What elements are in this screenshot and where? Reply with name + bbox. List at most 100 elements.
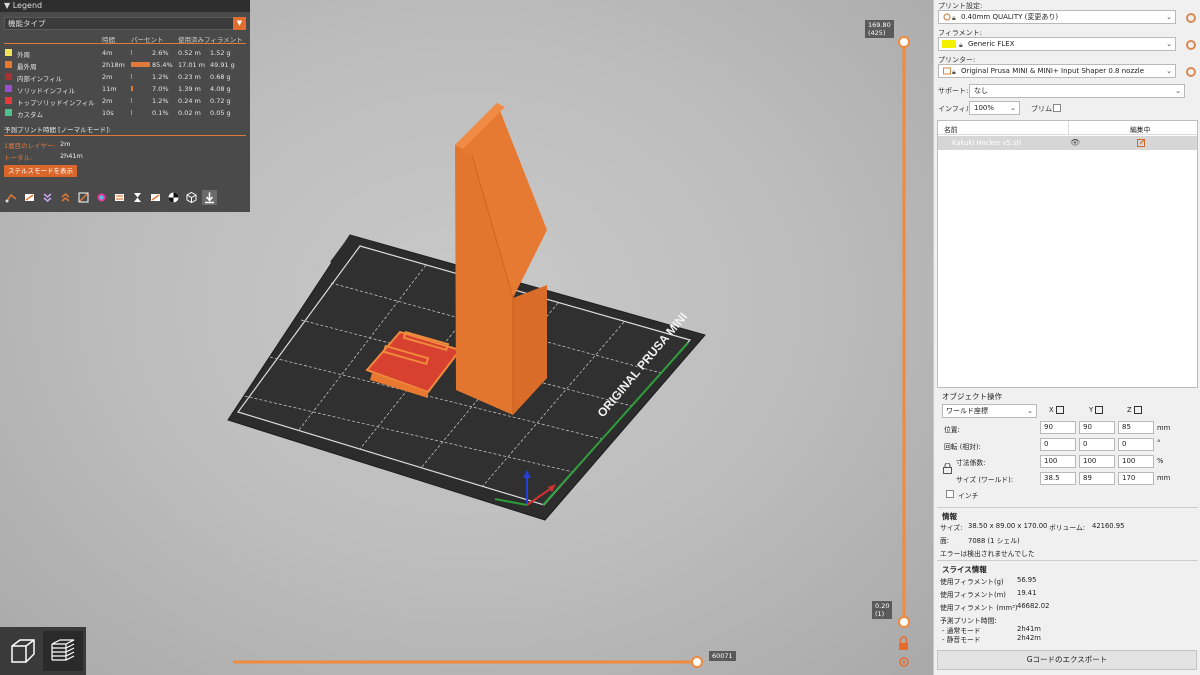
vertical-layer-slider[interactable] bbox=[898, 36, 910, 667]
legend-row: カスタム 10s 0.1% 0.02 m 0.05 g bbox=[0, 107, 250, 119]
horizontal-slider-label: 60071 bbox=[709, 651, 736, 661]
divider bbox=[937, 507, 1198, 508]
chevron-down-icon: ⌄ bbox=[1010, 104, 1016, 112]
slider-top-thumb[interactable] bbox=[898, 36, 910, 48]
eye-icon[interactable]: 👁︎ bbox=[1070, 138, 1080, 147]
size-unit: mm bbox=[1157, 474, 1171, 482]
slice-row-label: 使用フィラメント(m) bbox=[940, 591, 1006, 599]
export-gcode-button[interactable]: Gコードのエクスポート bbox=[937, 650, 1197, 670]
legend-header[interactable]: ▼ Legend bbox=[0, 0, 250, 12]
percent-bar bbox=[131, 98, 132, 103]
printer-icon bbox=[943, 67, 951, 75]
view-mode-buttons bbox=[0, 627, 86, 675]
horizontal-move-slider[interactable] bbox=[233, 656, 703, 668]
size-x-input[interactable]: 38.5 bbox=[1040, 472, 1076, 485]
slider-top-label: 169.80 (425) bbox=[865, 20, 894, 38]
rotation-label: 回転 (相対): bbox=[944, 443, 981, 451]
lock-icon[interactable] bbox=[943, 463, 952, 474]
chevron-down-icon: ⌄ bbox=[1175, 87, 1181, 95]
settings-cog-icon[interactable] bbox=[899, 657, 909, 667]
position-y-input[interactable]: 90 bbox=[1079, 421, 1115, 434]
legend-separator bbox=[4, 43, 246, 44]
scale-label: 寸法係数: bbox=[956, 459, 986, 467]
info-volume-label: ボリューム: bbox=[1049, 524, 1086, 532]
axis-x-label: X bbox=[1049, 406, 1064, 414]
show-stealth-mode-button[interactable]: ステルスモードを表示 bbox=[4, 165, 77, 177]
silent-mode-label: - 静音モード bbox=[942, 636, 981, 644]
scale-z-input[interactable]: 100 bbox=[1118, 455, 1154, 468]
scale-y-input[interactable]: 100 bbox=[1079, 455, 1115, 468]
slice-row-value: 19.41 bbox=[1017, 589, 1037, 597]
tool-changes-icon[interactable] bbox=[94, 190, 109, 205]
object-row[interactable]: Kakuki Hacker v5.stl 👁︎ bbox=[938, 136, 1197, 150]
est-time-label: 予測プリント時間: bbox=[940, 617, 997, 625]
percent-bar bbox=[131, 50, 132, 55]
lock-icon: 🔒︎ bbox=[952, 14, 956, 22]
info-size-value: 38.50 x 89.00 x 170.00 bbox=[968, 522, 1048, 530]
scale-x-input[interactable]: 100 bbox=[1040, 455, 1076, 468]
shells-icon[interactable] bbox=[184, 190, 199, 205]
color-changes-icon[interactable] bbox=[112, 190, 127, 205]
legend-row: ソリッドインフィル 11m 7.0% 1.39 m 4.08 g bbox=[0, 83, 250, 95]
object-ops-title: オブジェクト操作 bbox=[942, 392, 1002, 401]
rotation-unit: ° bbox=[1157, 439, 1161, 447]
coordinate-system-select[interactable]: ワールド座標 ⌄ bbox=[942, 404, 1037, 418]
3d-view-button[interactable] bbox=[3, 631, 43, 671]
info-faces-value: 7088 (1 シェル) bbox=[968, 537, 1020, 545]
print-settings-select[interactable]: 🔒︎ 0.40mm QUALITY (変更あり) ⌄ bbox=[938, 10, 1176, 24]
lock-icon[interactable] bbox=[899, 636, 908, 650]
sidebar: プリント設定: 🔒︎ 0.40mm QUALITY (変更あり) ⌄ フィラメン… bbox=[933, 0, 1200, 675]
horizontal-slider-thumb[interactable] bbox=[691, 656, 703, 668]
printer-settings-gear-icon[interactable] bbox=[1186, 67, 1196, 77]
print-profile-icon bbox=[943, 13, 951, 21]
wipe-icon[interactable] bbox=[22, 190, 37, 205]
rotation-y-input[interactable]: 0 bbox=[1079, 438, 1115, 451]
percent-bar bbox=[131, 74, 132, 79]
chevron-down-icon[interactable]: ▼ bbox=[233, 17, 246, 30]
rotation-x-input[interactable]: 0 bbox=[1040, 438, 1076, 451]
size-y-input[interactable]: 89 bbox=[1079, 472, 1115, 485]
center-of-gravity-icon[interactable] bbox=[166, 190, 181, 205]
slice-row-label: 使用フィラメント (mm³) bbox=[940, 604, 1018, 612]
filament-select[interactable]: 🔒︎ Generic FLEX ⌄ bbox=[938, 37, 1176, 51]
size-label: サイズ (ワールド): bbox=[956, 476, 1014, 484]
position-z-input[interactable]: 85 bbox=[1118, 421, 1154, 434]
rotation-z-input[interactable]: 0 bbox=[1118, 438, 1154, 451]
edit-icon[interactable] bbox=[1137, 139, 1146, 148]
slider-bottom-label: 0.20 (1) bbox=[872, 601, 893, 619]
travel-icon[interactable] bbox=[4, 190, 19, 205]
legend-row: 最外周 2h18m 85.4% 17.01 m 49.91 g bbox=[0, 59, 250, 71]
inch-label: インチ bbox=[958, 492, 979, 500]
brim-checkbox[interactable] bbox=[1053, 104, 1061, 112]
tool-marker-icon[interactable] bbox=[202, 190, 217, 205]
position-x-input[interactable]: 90 bbox=[1040, 421, 1076, 434]
support-select[interactable]: なし ⌄ bbox=[969, 84, 1185, 98]
infill-select[interactable]: 100% ⌄ bbox=[969, 101, 1020, 115]
info-faces-label: 面: bbox=[940, 537, 950, 545]
legend-swatch bbox=[5, 97, 12, 104]
preview-button[interactable] bbox=[43, 631, 83, 671]
lock-icon: 🔒︎ bbox=[959, 41, 963, 49]
print-settings-gear-icon[interactable] bbox=[1186, 13, 1196, 23]
object-list-header: 名前 編集中 bbox=[938, 121, 1197, 135]
3d-viewport[interactable]: ORIGINAL PRUSA MINI 169.80 (425) 0.20 (1… bbox=[0, 0, 933, 675]
filament-settings-gear-icon[interactable] bbox=[1186, 40, 1196, 50]
retractions-icon[interactable] bbox=[40, 190, 55, 205]
pause-icon[interactable] bbox=[130, 190, 145, 205]
printer-select[interactable]: 🔒︎ Original Prusa MINI & MINI+ Input Sha… bbox=[938, 64, 1176, 78]
inch-checkbox[interactable] bbox=[946, 490, 954, 498]
legend-title: Legend bbox=[12, 1, 43, 10]
size-z-input[interactable]: 170 bbox=[1118, 472, 1154, 485]
slider-bottom-thumb[interactable] bbox=[898, 616, 910, 628]
deretractions-icon[interactable] bbox=[58, 190, 73, 205]
percent-bar bbox=[131, 110, 132, 115]
top-height-value: 169.80 bbox=[868, 21, 891, 29]
legend-separator bbox=[4, 135, 246, 136]
view-type-select[interactable]: 機能タイプ ▼ bbox=[4, 17, 246, 30]
total-label: トータル: bbox=[4, 154, 33, 162]
custom-gcode-icon[interactable] bbox=[148, 190, 163, 205]
view-type-value: 機能タイプ bbox=[8, 19, 46, 28]
print-settings-value: 0.40mm QUALITY (変更あり) bbox=[961, 13, 1059, 21]
object-list[interactable]: 名前 編集中 Kakuki Hacker v5.stl 👁︎ bbox=[937, 120, 1198, 388]
seams-icon[interactable] bbox=[76, 190, 91, 205]
